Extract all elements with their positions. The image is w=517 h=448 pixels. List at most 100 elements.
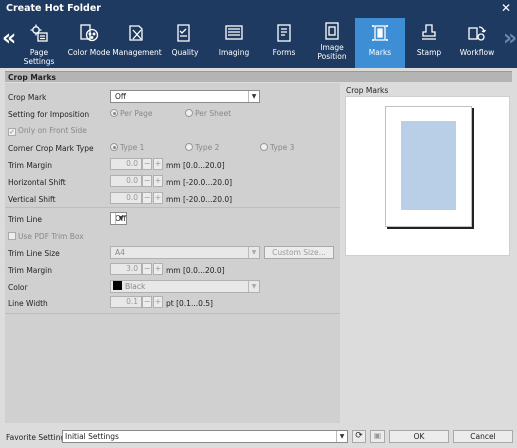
trim-line-select[interactable]: Off ▼	[110, 212, 128, 225]
marks-icon	[372, 25, 388, 41]
decrement-button[interactable]: −	[142, 192, 152, 204]
pdf-trim-box-checkbox[interactable]: Use PDF Trim Box	[8, 232, 84, 241]
tab-management[interactable]: Management	[112, 18, 162, 68]
section-header: Crop Marks	[5, 71, 512, 82]
preview-image-area	[401, 121, 456, 210]
line-width-input[interactable]: 0.1	[110, 296, 142, 308]
stamp-icon	[422, 24, 436, 40]
tab-label: Marks	[368, 48, 392, 57]
imposition-label: Setting for Imposition	[8, 110, 90, 119]
title-bar: Create Hot Folder ✕	[0, 0, 517, 18]
favorite-setting-label: Favorite Setting	[6, 433, 66, 442]
radio-label: Per Page	[120, 109, 153, 118]
tab-label: Page Settings	[23, 48, 55, 66]
tab-label: Image Position	[317, 43, 347, 61]
image-position-icon	[325, 22, 339, 40]
color-value: Black	[125, 282, 146, 291]
increment-button[interactable]: +	[153, 296, 163, 308]
color-select[interactable]: Black ▼	[110, 280, 260, 293]
trim-line-margin-range: mm [0.0...20.0]	[166, 266, 225, 275]
vertical-shift-input[interactable]: 0.0	[110, 192, 142, 204]
tab-label: Management	[112, 48, 162, 57]
tab-imaging[interactable]: Imaging	[209, 18, 259, 68]
radio-type-2[interactable]: Type 2	[185, 143, 219, 152]
preview-title: Crop Marks	[346, 86, 389, 95]
page-settings-icon	[30, 24, 48, 42]
tab-color-mode[interactable]: Color Mode	[64, 18, 114, 68]
increment-button[interactable]: +	[153, 263, 163, 275]
trim-margin-input[interactable]: 0.0	[110, 158, 142, 170]
save-icon[interactable]: ▣	[370, 430, 385, 443]
tab-label: Imaging	[218, 48, 250, 57]
close-icon[interactable]: ✕	[501, 1, 511, 15]
chevron-down-icon: ▼	[248, 247, 259, 258]
chevron-down-icon: ▼	[336, 431, 347, 442]
quality-icon	[177, 24, 190, 42]
ok-button[interactable]: OK	[389, 430, 449, 443]
only-front-side-checkbox[interactable]: ✓ Only on Front Side	[8, 126, 87, 136]
trim-line-size-value: A4	[115, 248, 125, 257]
line-width-label: Line Width	[8, 299, 48, 308]
radio-icon	[260, 143, 268, 151]
radio-label: Per Sheet	[195, 109, 232, 118]
radio-label: Type 2	[195, 143, 220, 152]
trim-line-size-select[interactable]: A4 ▼	[110, 246, 260, 259]
trim-line-margin-label: Trim Margin	[8, 266, 52, 275]
divider	[5, 207, 340, 208]
imaging-icon	[225, 25, 243, 40]
decrement-button[interactable]: −	[142, 263, 152, 275]
increment-button[interactable]: +	[153, 192, 163, 204]
bottom-bar: Favorite Setting Initial Settings ▼ ⟳ ▣ …	[0, 426, 517, 448]
horizontal-shift-input[interactable]: 0.0	[110, 175, 142, 187]
checkbox-icon: ✓	[8, 128, 16, 136]
horizontal-shift-range: mm [-20.0...20.0]	[166, 178, 233, 187]
trim-margin-range: mm [0.0...20.0]	[166, 161, 225, 170]
favorite-setting-select[interactable]: Initial Settings ▼	[62, 430, 348, 443]
checkbox-label: Use PDF Trim Box	[18, 232, 84, 241]
tab-forms[interactable]: Forms	[259, 18, 309, 68]
decrement-button[interactable]: −	[142, 175, 152, 187]
increment-button[interactable]: +	[153, 158, 163, 170]
chevron-down-icon: ▼	[248, 91, 259, 102]
refresh-icon[interactable]: ⟳	[352, 430, 366, 443]
tab-page-settings[interactable]: Page Settings	[14, 18, 64, 68]
radio-icon	[185, 143, 193, 151]
chevron-down-icon: ▼	[248, 281, 259, 292]
custom-size-button[interactable]: Custom Size...	[264, 246, 334, 259]
forms-icon	[277, 24, 291, 42]
color-mode-icon	[80, 24, 99, 42]
trim-line-size-label: Trim Line Size	[8, 249, 60, 258]
radio-label: Type 3	[270, 143, 295, 152]
favorite-setting-value: Initial Settings	[65, 432, 119, 441]
radio-label: Type 1	[120, 143, 145, 152]
radio-type-3[interactable]: Type 3	[260, 143, 294, 152]
vertical-shift-range: mm [-20.0...20.0]	[166, 195, 233, 204]
radio-per-page[interactable]: Per Page	[110, 109, 153, 118]
decrement-button[interactable]: −	[142, 296, 152, 308]
radio-per-sheet[interactable]: Per Sheet	[185, 109, 231, 118]
tab-label: Forms	[272, 48, 296, 57]
crop-mark-value: Off	[115, 92, 127, 101]
trim-line-margin-input[interactable]: 3.0	[110, 263, 142, 275]
tab-marks[interactable]: Marks	[355, 18, 405, 68]
toolbar-next-arrow[interactable]: »	[503, 28, 517, 50]
chevron-down-icon: ▼	[115, 213, 126, 224]
increment-button[interactable]: +	[153, 175, 163, 187]
radio-type-1[interactable]: Type 1	[110, 143, 144, 152]
crop-mark-select[interactable]: Off ▼	[110, 90, 260, 103]
workflow-icon	[468, 26, 487, 41]
tab-workflow[interactable]: Workflow	[452, 18, 502, 68]
corner-type-label: Corner Crop Mark Type	[8, 144, 94, 153]
color-swatch	[113, 281, 122, 290]
vertical-shift-label: Vertical Shift	[8, 195, 56, 204]
tab-image-position[interactable]: Image Position	[307, 18, 357, 68]
radio-icon	[110, 109, 118, 117]
cancel-button[interactable]: Cancel	[453, 430, 513, 443]
decrement-button[interactable]: −	[142, 158, 152, 170]
tab-stamp[interactable]: Stamp	[404, 18, 454, 68]
tab-quality[interactable]: Quality	[160, 18, 210, 68]
function-toolbar: « » Page Settings Color Mode Management …	[0, 18, 517, 68]
trim-line-label: Trim Line	[8, 215, 42, 224]
tab-label: Stamp	[416, 48, 442, 57]
management-icon	[129, 25, 143, 41]
